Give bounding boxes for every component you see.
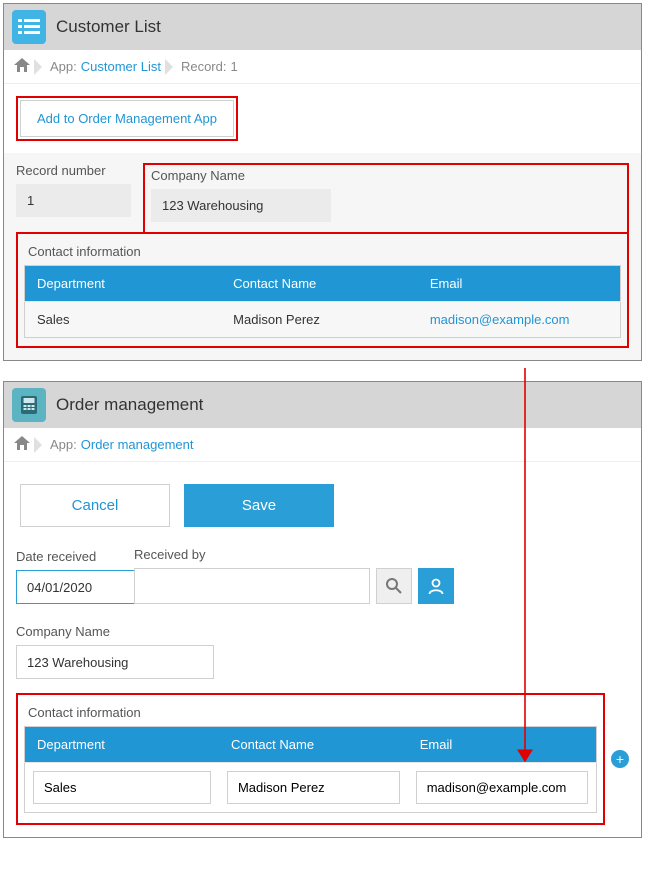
contact-name-input[interactable] [227, 771, 400, 804]
col-contact-name: Contact Name [219, 727, 408, 763]
panel-header: Customer List [4, 4, 641, 50]
search-button[interactable] [376, 568, 412, 604]
contact-table: Department Contact Name Email [24, 726, 597, 813]
table-row: Sales Madison Perez madison@example.com [25, 302, 621, 338]
breadcrumb-app-prefix: App: [50, 59, 77, 74]
user-icon [427, 577, 445, 595]
highlight-box: Contact information Department Contact N… [16, 232, 629, 348]
company-name-value: 123 Warehousing [151, 189, 331, 222]
highlight-box: Add to Order Management App [16, 96, 238, 141]
contact-info-label: Contact information [28, 705, 597, 720]
customer-list-panel: Customer List App: Customer List Record:… [3, 3, 642, 361]
col-contact-name: Contact Name [221, 266, 418, 302]
chevron-icon [34, 59, 42, 75]
company-name-label: Company Name [151, 168, 331, 183]
breadcrumb-record-value: 1 [230, 59, 237, 74]
contact-table: Department Contact Name Email Sales Madi… [24, 265, 621, 338]
contact-info-label: Contact information [28, 244, 621, 259]
list-icon [12, 10, 46, 44]
add-row-button[interactable]: + [611, 750, 629, 768]
cancel-button[interactable]: Cancel [20, 484, 170, 527]
search-icon [385, 577, 403, 595]
email-input[interactable] [416, 771, 588, 804]
cell-department: Sales [25, 302, 222, 338]
breadcrumb-app-prefix: App: [50, 437, 77, 452]
phone-icon [12, 388, 46, 422]
cell-contact-name [219, 763, 408, 813]
panel-header: Order management [4, 382, 641, 428]
chevron-icon [34, 437, 42, 453]
cell-department [25, 763, 219, 813]
home-icon[interactable] [14, 436, 30, 453]
col-department: Department [25, 727, 219, 763]
breadcrumb: App: Customer List Record: 1 [4, 50, 641, 84]
home-icon[interactable] [14, 58, 30, 75]
add-to-order-button[interactable]: Add to Order Management App [20, 100, 234, 137]
col-department: Department [25, 266, 222, 302]
chevron-icon [165, 59, 173, 75]
highlight-box: Contact information Department Contact N… [16, 693, 605, 825]
breadcrumb: App: Order management [4, 428, 641, 462]
department-input[interactable] [33, 771, 211, 804]
received-by-input[interactable] [134, 568, 370, 604]
cell-contact-name: Madison Perez [221, 302, 418, 338]
breadcrumb-app-link[interactable]: Customer List [81, 59, 161, 74]
date-received-label: Date received [16, 549, 116, 564]
user-select-button[interactable] [418, 568, 454, 604]
save-button[interactable]: Save [184, 484, 334, 527]
breadcrumb-app-link[interactable]: Order management [81, 437, 194, 452]
page-title: Customer List [56, 17, 161, 37]
col-email: Email [408, 727, 597, 763]
cell-email: madison@example.com [418, 302, 621, 338]
order-management-panel: Order management App: Order management C… [3, 381, 642, 838]
col-email: Email [418, 266, 621, 302]
highlight-box: Company Name 123 Warehousing [143, 163, 629, 234]
email-link[interactable]: madison@example.com [430, 312, 570, 327]
company-name-label: Company Name [16, 624, 196, 639]
record-number-label: Record number [16, 163, 131, 178]
table-row [25, 763, 597, 813]
record-number-value: 1 [16, 184, 131, 217]
breadcrumb-record-prefix: Record: [181, 59, 227, 74]
received-by-label: Received by [134, 547, 454, 562]
company-name-input[interactable] [16, 645, 214, 679]
cell-email [408, 763, 597, 813]
page-title: Order management [56, 395, 203, 415]
